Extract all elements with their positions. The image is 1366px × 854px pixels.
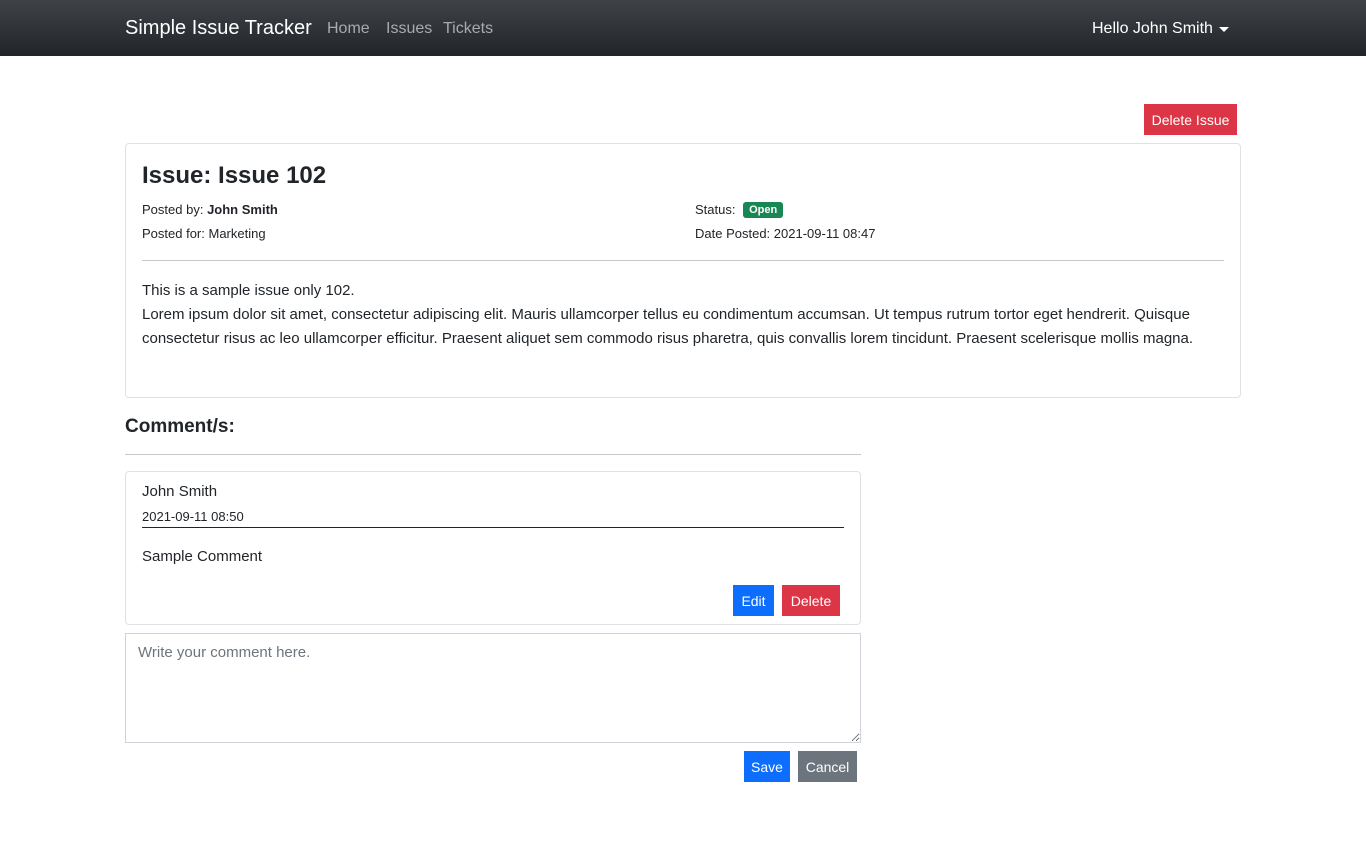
issue-description-line1: This is a sample issue only 102. [142, 282, 355, 299]
comment-text: Sample Comment [142, 548, 263, 565]
posted-for-label: Posted for: [142, 226, 205, 241]
comment-author: John Smith [142, 483, 218, 500]
issue-description-line2: Lorem ipsum dolor sit amet, consectetur … [142, 306, 1194, 347]
posted-by-label: Posted by: [142, 202, 204, 217]
caret-down-icon[interactable] [1219, 27, 1229, 32]
delete-comment-button[interactable]: Delete [782, 585, 840, 616]
posted-for: Posted for: Marketing [142, 226, 266, 241]
comment-date: 2021-09-11 08:50 [142, 509, 244, 524]
status-badge: Open [743, 202, 784, 218]
date-posted-label: Date Posted: [695, 226, 771, 241]
date-posted: Date Posted: 2021-09-11 08:47 [695, 226, 875, 241]
comment-divider [142, 527, 844, 528]
nav-link-home[interactable]: Home [327, 20, 370, 38]
brand-link[interactable]: Simple Issue Tracker [125, 17, 312, 40]
comment-input[interactable] [125, 633, 861, 743]
comments-divider [125, 454, 861, 455]
nav-link-tickets[interactable]: Tickets [443, 20, 493, 38]
issue-description: This is a sample issue only 102. Lorem i… [142, 279, 1224, 351]
cancel-comment-button[interactable]: Cancel [798, 751, 857, 782]
issue-status: Status: Open [695, 202, 784, 218]
date-posted-value: 2021-09-11 08:47 [773, 226, 876, 241]
save-comment-button[interactable]: Save [744, 751, 790, 782]
edit-comment-button[interactable]: Edit [733, 585, 774, 616]
posted-by: Posted by: John Smith [142, 202, 278, 217]
status-label: Status: [695, 202, 736, 217]
posted-by-value: John Smith [207, 202, 278, 217]
issue-divider [142, 260, 1224, 261]
issue-title: Issue: Issue 102 [142, 162, 327, 189]
top-navbar: Simple Issue Tracker Home Issues Tickets… [0, 0, 1366, 56]
comments-heading: Comment/s: [125, 416, 235, 437]
delete-issue-button[interactable]: Delete Issue [1144, 104, 1237, 135]
user-menu-toggle[interactable]: Hello John Smith [1092, 20, 1213, 38]
nav-link-issues[interactable]: Issues [386, 20, 432, 38]
posted-for-value: Marketing [208, 226, 266, 241]
